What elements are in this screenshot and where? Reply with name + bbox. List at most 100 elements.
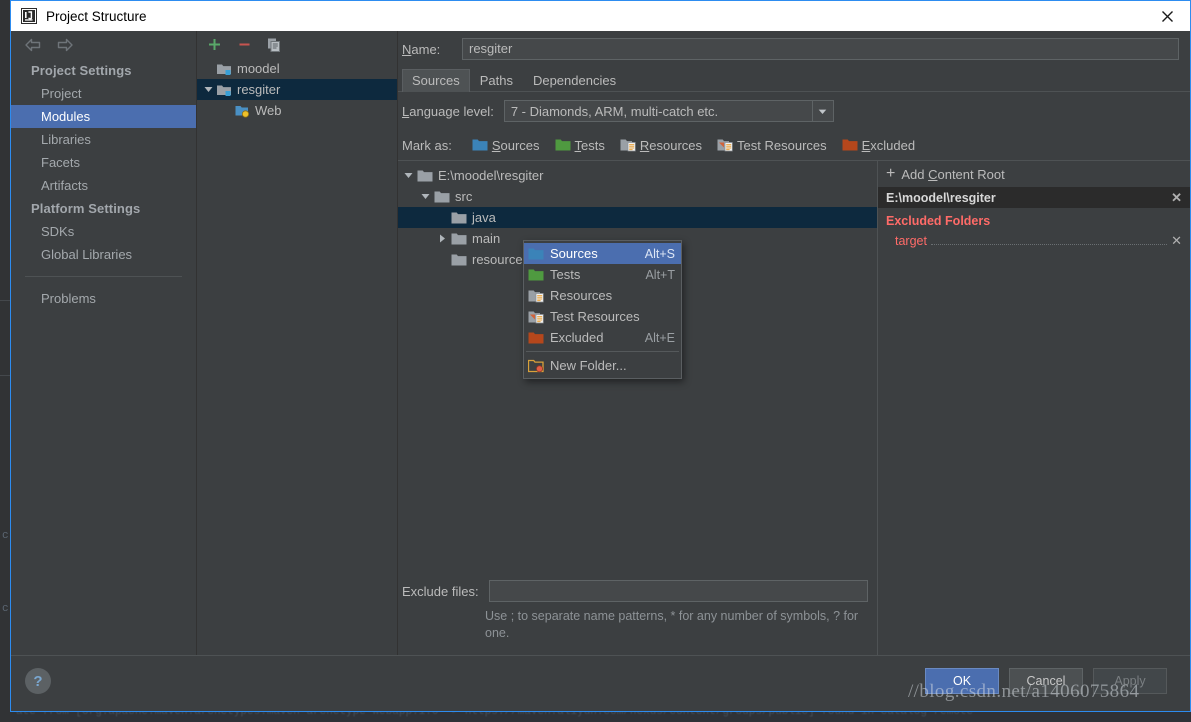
chevron-down-icon[interactable]	[201, 79, 216, 100]
sidebar-item-modules[interactable]: Modules	[11, 105, 196, 128]
modules-panel: moodel resgiter Web	[197, 31, 398, 656]
tab-paths[interactable]: Paths	[470, 69, 523, 92]
module-list-item[interactable]: moodel	[197, 58, 397, 79]
modules-toolbar	[197, 31, 397, 58]
chevron-down-icon[interactable]	[811, 101, 833, 121]
context-menu-item-test-resources[interactable]: Test Resources	[524, 306, 681, 327]
facet-list-item[interactable]: Web	[197, 100, 397, 121]
cancel-button[interactable]: Cancel	[1009, 668, 1083, 694]
sidebar-item-problems[interactable]: Problems	[11, 287, 196, 310]
plus-icon[interactable]	[205, 36, 223, 54]
folder-icon	[434, 189, 450, 205]
bg-glyph: c	[2, 530, 9, 542]
mark-as-excluded-button[interactable]: Excluded	[842, 137, 915, 153]
context-menu-item-sources[interactable]: Sources Alt+S	[524, 243, 681, 264]
sidebar-group-platform-settings: Platform Settings	[31, 201, 141, 216]
dotted-leader	[930, 233, 1168, 245]
facet-label: Web	[255, 103, 282, 118]
arrow-right-icon[interactable]	[56, 38, 74, 52]
sidebar-item-facets[interactable]: Facets	[11, 151, 196, 174]
context-menu-label: Sources	[550, 246, 598, 261]
module-list-item-selected[interactable]: resgiter	[197, 79, 397, 100]
close-icon[interactable]: ✕	[1171, 234, 1182, 247]
language-level-select[interactable]: 7 - Diamonds, ARM, multi-catch etc.	[503, 100, 834, 122]
folder-icon	[417, 168, 433, 184]
help-icon[interactable]: ?	[25, 668, 51, 694]
excluded-folder-row[interactable]: target ✕	[878, 231, 1190, 250]
content-root-path: E:\moodel\resgiter	[886, 190, 996, 205]
tab-dependencies[interactable]: Dependencies	[523, 69, 626, 92]
tree-row-selected[interactable]: java	[398, 207, 877, 228]
tree-row-label: E:\moodel\resgiter	[438, 168, 544, 183]
excluded-folder-label: target	[895, 233, 927, 248]
mark-as-label: Mark as:	[402, 137, 452, 153]
excluded-folders-title: Excluded Folders	[886, 214, 991, 228]
context-menu-shortcut: Alt+T	[645, 267, 675, 282]
sidebar-item-sdks[interactable]: SDKs	[11, 220, 196, 243]
sidebar-item-global-libraries[interactable]: Global Libraries	[11, 243, 196, 266]
sidebar-divider	[25, 276, 182, 277]
bg-glyph: c	[2, 603, 9, 615]
minus-icon[interactable]	[235, 36, 253, 54]
module-label: moodel	[237, 61, 280, 76]
folder-sources-icon	[528, 246, 544, 262]
chevron-right-icon[interactable]	[434, 228, 451, 249]
sidebar-navigation	[11, 31, 196, 59]
content-roots-panel: + Add Content Root E:\moodel\resgiter ✕ …	[878, 161, 1190, 656]
mark-as-row: Mark as: Sources Tests Resources Test Re…	[398, 130, 1190, 160]
context-menu-label: Excluded	[550, 330, 604, 345]
tree-row-label: main	[472, 231, 501, 246]
apply-button[interactable]: Apply	[1093, 668, 1167, 694]
folder-resources-icon	[620, 137, 636, 153]
exclude-files-input[interactable]	[488, 580, 868, 602]
mark-as-resources-label: Resources	[639, 137, 703, 153]
folder-tests-icon	[555, 137, 571, 153]
arrow-left-icon[interactable]	[24, 38, 42, 52]
new-folder-icon	[528, 358, 544, 374]
sidebar-item-libraries[interactable]: Libraries	[11, 128, 196, 151]
exclude-files-row: Exclude files:	[398, 574, 877, 608]
context-menu-item-tests[interactable]: Tests Alt+T	[524, 264, 681, 285]
folder-resources-icon	[528, 288, 544, 304]
close-icon[interactable]: ✕	[1171, 191, 1182, 204]
mark-as-tests-button[interactable]: Tests	[555, 137, 605, 153]
module-editor-pane: Name: Sources Paths Dependencies Languag…	[398, 31, 1190, 656]
chevron-down-icon[interactable]	[417, 186, 434, 207]
ok-button[interactable]: OK	[925, 668, 999, 694]
close-icon[interactable]	[1144, 1, 1190, 31]
tab-sources[interactable]: Sources	[402, 69, 470, 92]
folder-sources-icon	[472, 137, 488, 153]
web-facet-icon	[234, 103, 250, 119]
context-menu-item-resources[interactable]: Resources	[524, 285, 681, 306]
dialog-title: Project Structure	[46, 8, 147, 24]
dialog-button-bar: ? OK Cancel Apply	[11, 655, 1190, 711]
module-name-input[interactable]	[462, 38, 1179, 60]
add-content-root-button[interactable]: + Add Content Root	[878, 161, 1190, 187]
mark-as-excluded-label: Excluded	[861, 137, 916, 153]
tree-row[interactable]: E:\moodel\resgiter	[398, 165, 877, 186]
folder-icon	[451, 252, 467, 268]
module-tabs: Sources Paths Dependencies	[398, 67, 1190, 92]
mark-as-resources-button[interactable]: Resources	[620, 137, 702, 153]
mark-as-test-resources-button[interactable]: Test Resources	[717, 137, 827, 153]
sidebar-item-project[interactable]: Project	[11, 82, 196, 105]
name-label: Name:	[402, 41, 441, 57]
sidebar-item-artifacts[interactable]: Artifacts	[11, 174, 196, 197]
content-root-tree-pane: E:\moodel\resgiter src java main resourc…	[398, 161, 878, 656]
mark-as-sources-button[interactable]: Sources	[472, 137, 540, 153]
context-menu-label: Tests	[550, 267, 581, 282]
copy-icon[interactable]	[265, 36, 283, 54]
context-menu-item-excluded[interactable]: Excluded Alt+E	[524, 327, 681, 348]
module-label: resgiter	[237, 82, 281, 97]
tree-row[interactable]: src	[398, 186, 877, 207]
intellij-idea-icon	[21, 8, 37, 24]
tree-row-label: src	[455, 189, 473, 204]
chevron-down-icon[interactable]	[400, 165, 417, 186]
folder-icon	[451, 231, 467, 247]
add-content-root-label: Add Content Root	[901, 166, 1005, 182]
tree-row-label: java	[472, 210, 496, 225]
mark-as-sources-label: Sources	[491, 137, 540, 153]
context-menu-item-new-folder[interactable]: New Folder...	[524, 355, 681, 376]
language-level-value: 7 - Diamonds, ARM, multi-catch etc.	[510, 103, 719, 119]
context-menu-label: Resources	[550, 288, 613, 303]
